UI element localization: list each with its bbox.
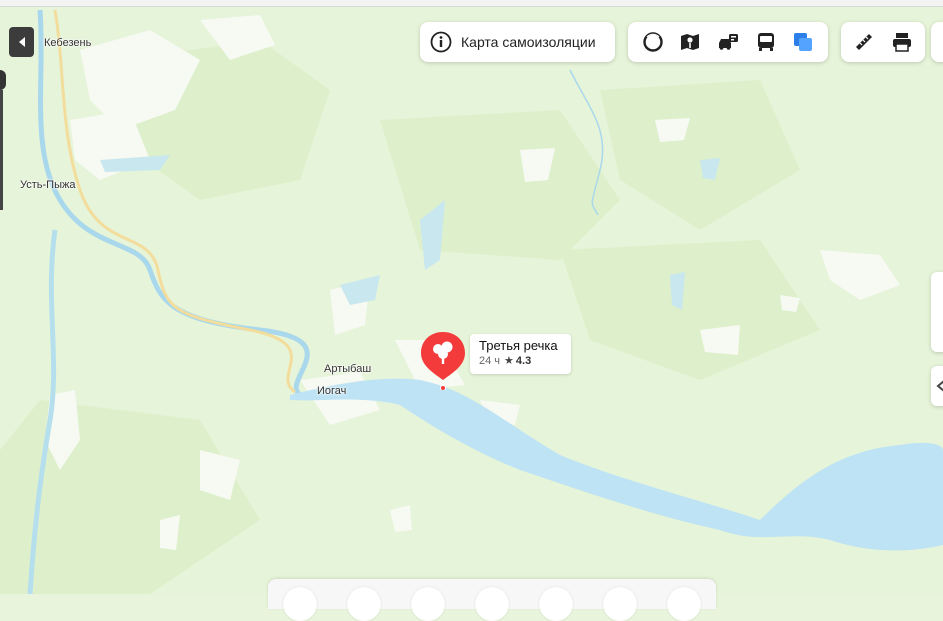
- traffic-car-icon: [718, 34, 738, 50]
- layers-icon: [794, 33, 813, 51]
- poi-rating: 4.3: [515, 355, 532, 367]
- map-canvas[interactable]: [0, 0, 943, 594]
- zoom-control[interactable]: [931, 272, 943, 352]
- traffic-button[interactable]: [713, 27, 743, 57]
- bottom-button[interactable]: [283, 587, 317, 621]
- poi-card[interactable]: Третья речка 24 ч ★ 4.3: [470, 334, 571, 374]
- bottom-button[interactable]: [539, 587, 573, 621]
- ruler-button[interactable]: [849, 27, 879, 57]
- browser-top-edge: [0, 0, 943, 7]
- transport-button[interactable]: [751, 27, 781, 57]
- bottom-panel[interactable]: [268, 579, 716, 621]
- sidebar-collapse-button[interactable]: [9, 27, 34, 57]
- side-arrow-button[interactable]: [931, 366, 943, 406]
- info-icon: [430, 31, 452, 53]
- bottom-button[interactable]: [475, 587, 509, 621]
- sidebar-edge: [0, 90, 3, 210]
- sidebar-handle[interactable]: [0, 70, 6, 90]
- self-isolation-label: Карта самоизоляции: [461, 34, 596, 50]
- poi-hours: 24 ч: [479, 355, 501, 367]
- chevron-left-icon: [18, 37, 25, 47]
- place-label-artybash[interactable]: Артыбаш: [324, 363, 371, 375]
- place-label-kebezen[interactable]: Кебезень: [44, 37, 91, 49]
- bottom-button[interactable]: [603, 587, 637, 621]
- arrow-icon: [936, 380, 943, 392]
- poi-name: Третья речка: [479, 338, 558, 353]
- open-area: [700, 325, 740, 355]
- bottom-button[interactable]: [411, 587, 445, 621]
- map-book-icon: [681, 34, 700, 50]
- tools-toolbar: [841, 22, 925, 62]
- poi-meta: 24 ч ★ 4.3: [479, 354, 562, 369]
- self-isolation-map-button[interactable]: Карта самоизоляции: [420, 22, 615, 62]
- layers-button[interactable]: [788, 27, 818, 57]
- bottom-button[interactable]: [667, 587, 701, 621]
- poi-marker[interactable]: [420, 330, 466, 390]
- print-button[interactable]: [887, 27, 917, 57]
- bottom-button[interactable]: [347, 587, 381, 621]
- ruler-icon: [856, 34, 872, 50]
- place-label-ust-pyzha[interactable]: Усть-Пыжа: [20, 179, 75, 191]
- place-label-iogach[interactable]: Иогач: [317, 385, 346, 397]
- panorama-circle-icon: [643, 32, 663, 52]
- bus-icon: [757, 33, 774, 51]
- printer-icon: [893, 33, 911, 52]
- star-icon: ★: [504, 355, 514, 367]
- map-type-button[interactable]: [675, 27, 705, 57]
- layers-toolbar: [628, 22, 828, 62]
- panorama-button[interactable]: [638, 27, 668, 57]
- right-toolbar-stub[interactable]: [931, 22, 943, 62]
